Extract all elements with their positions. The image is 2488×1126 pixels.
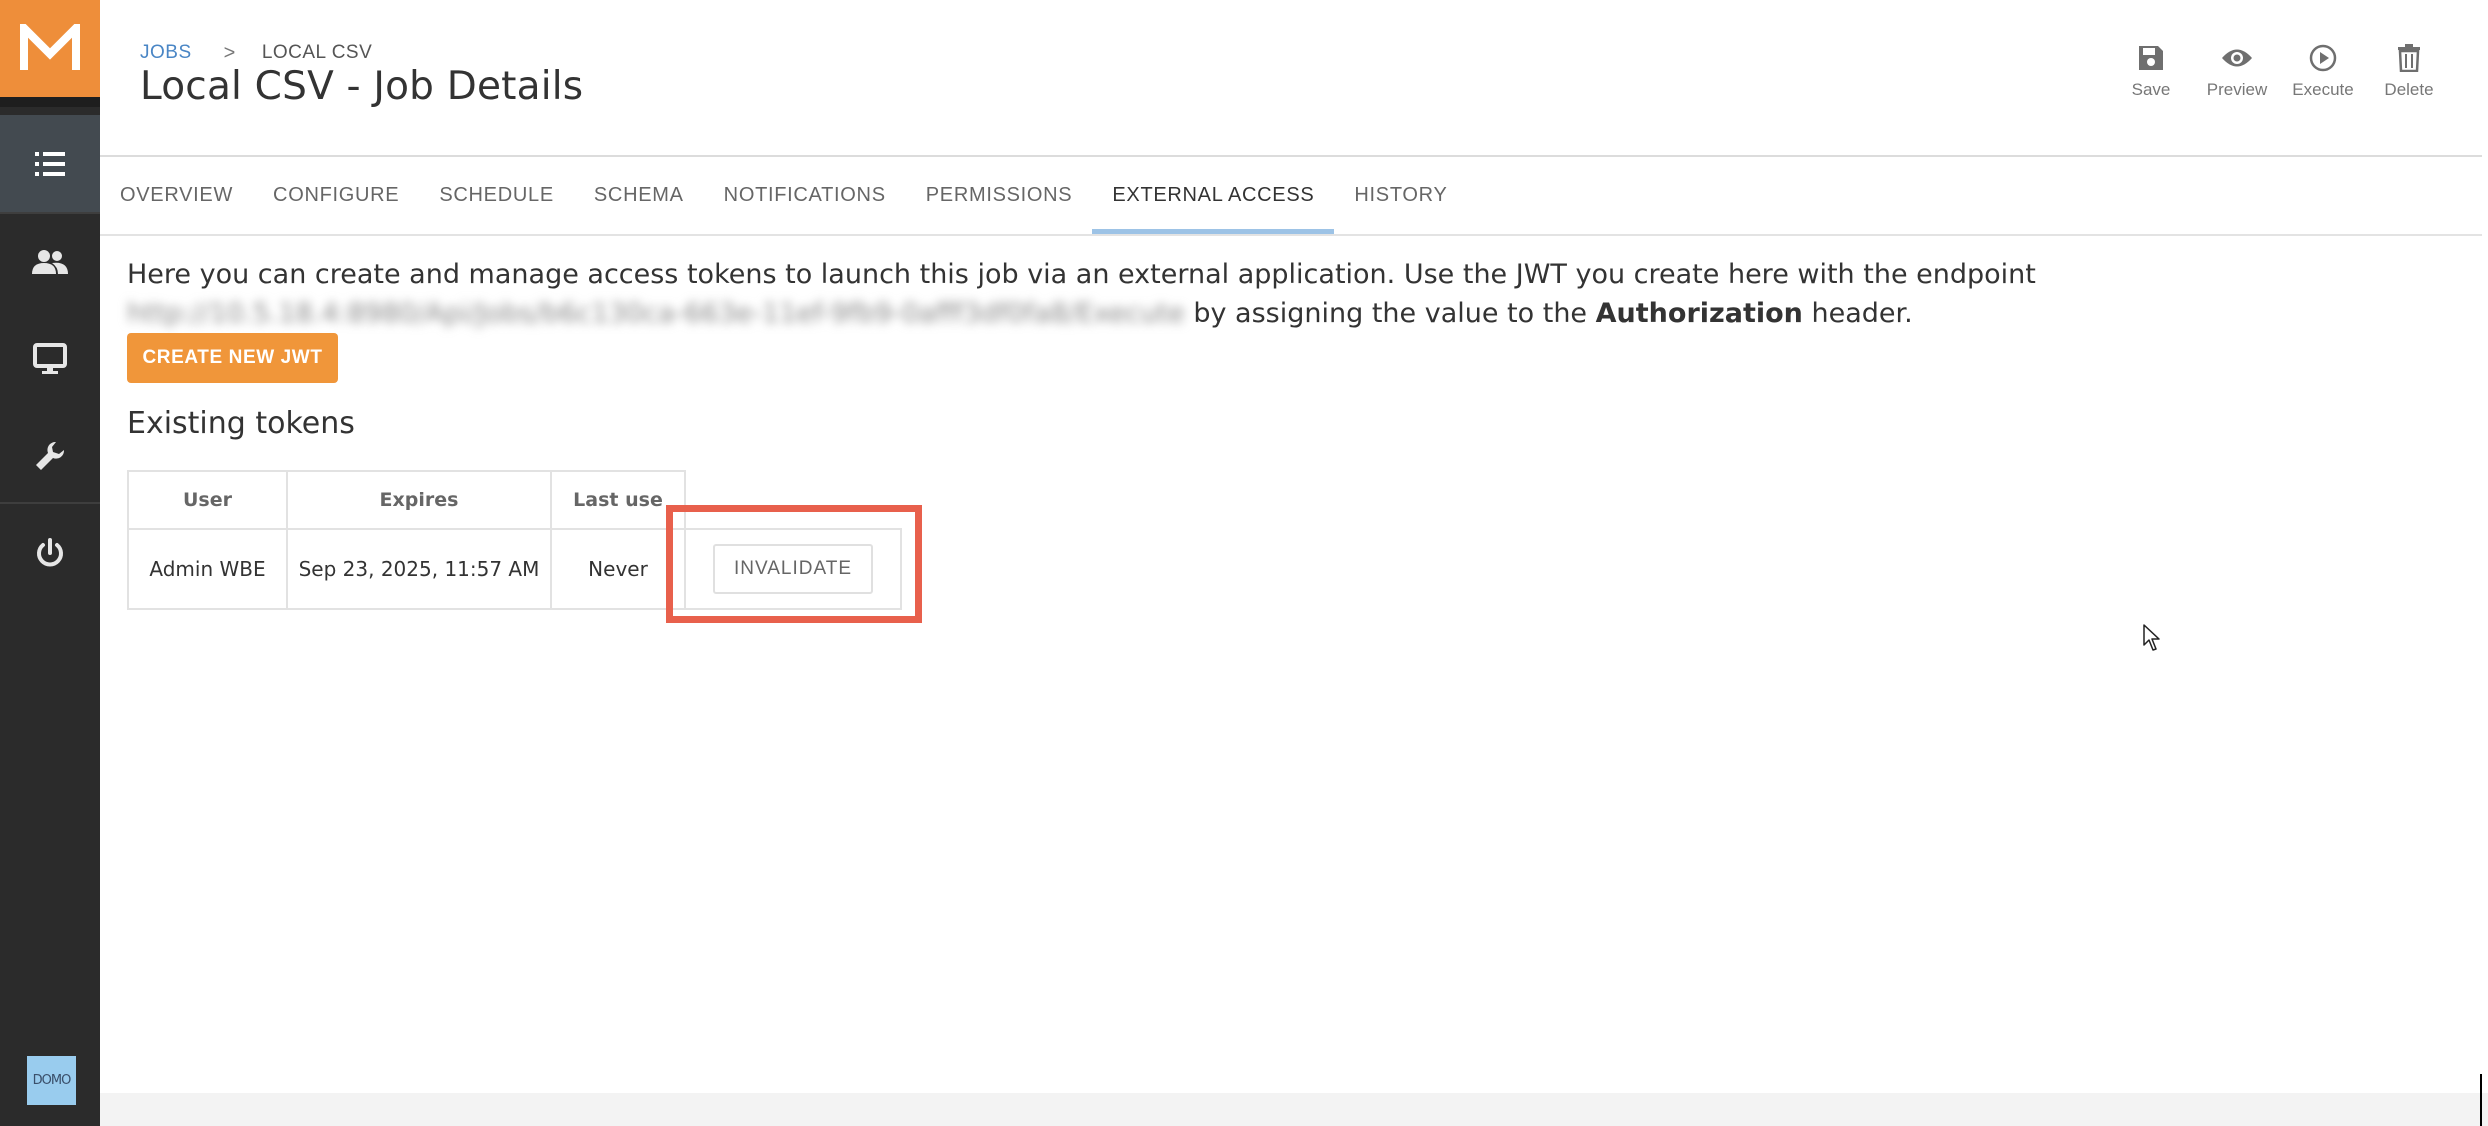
users-icon (32, 249, 68, 274)
page-title: Local CSV - Job Details (140, 64, 584, 109)
play-circle-icon (2309, 40, 2337, 76)
breadcrumb-jobs-link[interactable]: JOBS (140, 42, 192, 64)
description-prefix: Here you can create and manage access to… (127, 259, 2036, 290)
column-header-expires: Expires (286, 470, 552, 530)
sidebar-item-logout[interactable] (0, 504, 100, 601)
description-middle: by assigning the value to the (1193, 298, 1588, 329)
external-access-description: Here you can create and manage access to… (127, 255, 2467, 333)
column-header-user: User (127, 470, 288, 530)
token-user-cell: Admin WBE (127, 528, 288, 610)
execute-label: Execute (2292, 80, 2354, 99)
column-header-actions (685, 471, 901, 529)
save-label: Save (2131, 80, 2171, 99)
monitor-icon (33, 342, 67, 374)
sidebar-item-agents[interactable] (0, 310, 100, 407)
toolbar: Save Preview Execute Delete (2108, 40, 2452, 100)
tab-schedule[interactable]: SCHEDULE (419, 157, 574, 234)
table-row: Admin WBE Sep 23, 2025, 11:57 AM Never I… (127, 528, 902, 610)
endpoint-url: http://10.5.18.4:8980/Api/Jobs/b6c130ca-… (127, 298, 1185, 329)
app-logo[interactable] (0, 0, 100, 97)
domo-logo: DOMO (27, 1056, 76, 1105)
breadcrumb-separator: > (223, 41, 236, 64)
description-suffix: header. (1811, 298, 1913, 329)
tokens-table: User Expires Last use Admin WBE Sep 23, … (127, 470, 902, 610)
table-header-row: User Expires Last use (127, 470, 901, 530)
tab-configure[interactable]: CONFIGURE (253, 157, 419, 234)
trash-icon (2398, 40, 2420, 76)
tabs-divider (100, 234, 2482, 236)
sidebar-item-jobs[interactable] (0, 115, 100, 212)
token-last-use-cell: Never (550, 528, 686, 610)
existing-tokens-heading: Existing tokens (127, 406, 355, 441)
create-new-jwt-button[interactable]: CREATE NEW JWT (127, 333, 338, 383)
token-actions-cell: INVALIDATE (684, 528, 902, 610)
sidebar-item-users[interactable] (0, 213, 100, 310)
delete-label: Delete (2384, 80, 2434, 99)
wrench-icon (36, 441, 65, 470)
m-logo-icon (20, 23, 80, 70)
authorization-header-name: Authorization (1595, 298, 1803, 329)
power-icon (37, 537, 63, 566)
delete-button[interactable]: Delete (2366, 40, 2452, 100)
column-header-last-use: Last use (550, 470, 686, 530)
preview-label: Preview (2206, 80, 2268, 99)
sidebar-item-settings[interactable] (0, 407, 100, 504)
token-expires-cell: Sep 23, 2025, 11:57 AM (286, 528, 552, 610)
bottom-bar (100, 1093, 2488, 1126)
tab-permissions[interactable]: PERMISSIONS (906, 157, 1093, 234)
save-button[interactable]: Save (2108, 40, 2194, 100)
tab-schema[interactable]: SCHEMA (574, 157, 704, 234)
tab-bar: OVERVIEW CONFIGURE SCHEDULE SCHEMA NOTIF… (100, 157, 1467, 235)
invalidate-button[interactable]: INVALIDATE (713, 544, 873, 594)
tab-history[interactable]: HISTORY (1334, 157, 1467, 234)
list-icon (35, 151, 65, 176)
tab-notifications[interactable]: NOTIFICATIONS (704, 157, 906, 234)
tab-overview[interactable]: OVERVIEW (100, 157, 253, 234)
breadcrumb-current: LOCAL CSV (261, 42, 373, 63)
logo-underline (0, 97, 100, 107)
tab-external-access[interactable]: EXTERNAL ACCESS (1092, 157, 1335, 235)
eye-icon (2221, 40, 2253, 76)
mouse-cursor-icon (2143, 624, 2160, 651)
save-icon (2138, 40, 2164, 76)
execute-button[interactable]: Execute (2280, 40, 2366, 100)
sidebar: DOMO (0, 0, 100, 1126)
preview-button[interactable]: Preview (2194, 40, 2280, 100)
window-edge (2480, 1074, 2482, 1126)
